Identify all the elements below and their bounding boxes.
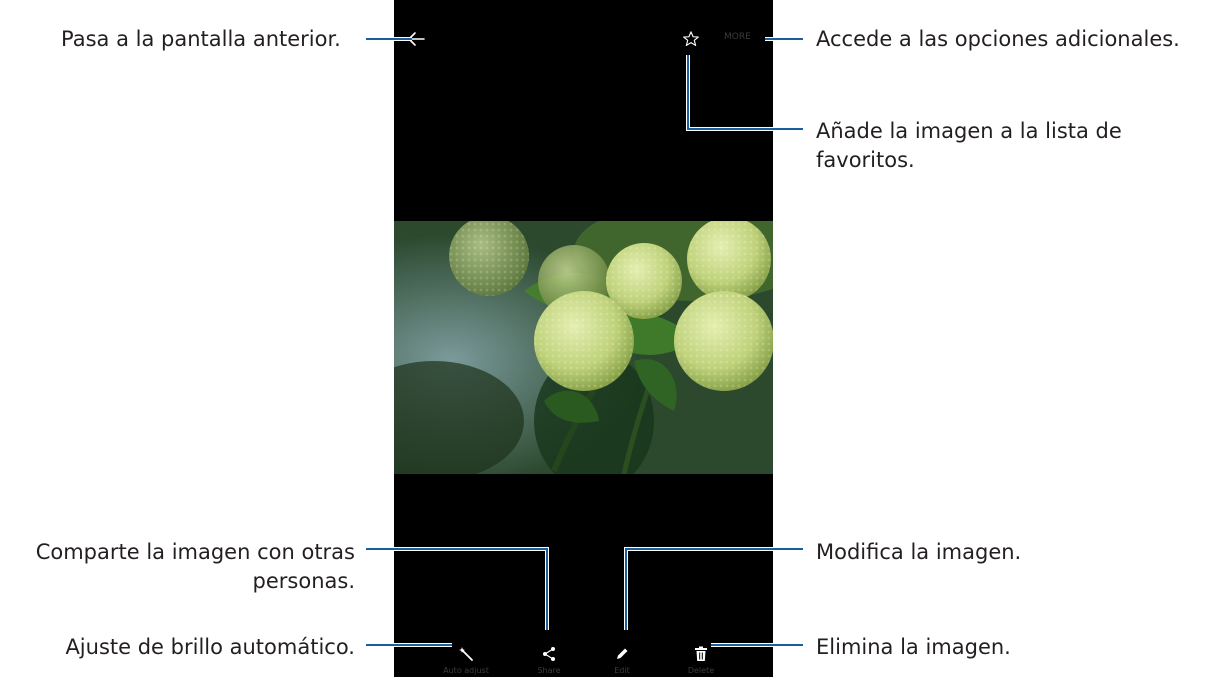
callout-lines — [366, 37, 803, 647]
callout-line-favorite — [686, 55, 803, 131]
callout-line-share — [366, 547, 549, 630]
callout-line-edit — [624, 547, 803, 630]
